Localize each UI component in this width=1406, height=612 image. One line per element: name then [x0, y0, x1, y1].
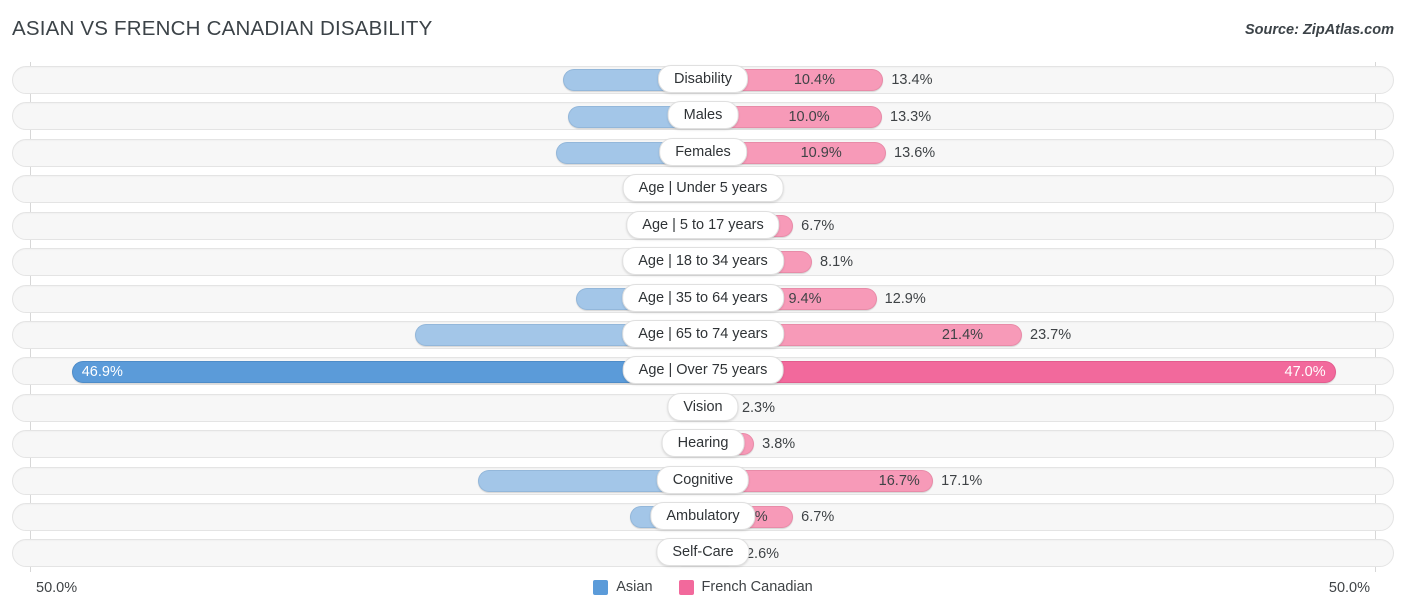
table-row: 1.9%2.3%Vision — [0, 390, 1406, 426]
category-label: Hearing — [661, 429, 745, 458]
category-label: Age | Under 5 years — [622, 174, 784, 203]
category-label: Females — [659, 137, 747, 166]
chart-plot-area: 10.4% 13.4% Disability 10.0% 13.3% Males 10.9%… — [0, 62, 1406, 572]
value-label-asian: 10.0% — [788, 108, 830, 125]
category-label: Vision — [667, 392, 739, 421]
category-label: Ambulatory — [650, 502, 756, 531]
table-row: 46.9% 47.0% Age | Over 75 years — [0, 353, 1406, 389]
table-row: 16.7% 17.1% Cognitive — [0, 463, 1406, 499]
category-label: Self-Care — [656, 538, 750, 567]
table-row: 21.4% 23.7% Age | 65 to 74 years — [0, 317, 1406, 353]
category-label: Age | 18 to 34 years — [622, 247, 784, 276]
table-row: 1.1%1.9%Age | Under 5 years — [0, 171, 1406, 207]
legend-item[interactable]: French Canadian — [678, 579, 813, 595]
value-label-french-canadian: 23.7% — [1030, 327, 1072, 344]
legend-swatch-icon — [593, 579, 609, 595]
legend-label: French Canadian — [701, 579, 813, 595]
value-label-french-canadian: 2.6% — [745, 545, 780, 562]
legend-item[interactable]: Asian — [593, 579, 653, 595]
value-label-french-canadian: 6.7% — [801, 217, 835, 234]
table-row: 5.4%6.7%Ambulatory — [0, 499, 1406, 535]
value-label-french-canadian: 13.3% — [890, 108, 932, 125]
table-row: 10.0% 13.3% Males — [0, 98, 1406, 134]
category-label: Disability — [657, 65, 749, 93]
value-label-french-canadian: 6.7% — [801, 509, 835, 526]
table-row: 2.7%3.8%Hearing — [0, 426, 1406, 462]
chart-header: ASIAN VS FRENCH CANADIAN DISABILITY Sour… — [0, 0, 1406, 62]
bar-rows-container: 10.4% 13.4% Disability 10.0% 13.3% Males 10.9%… — [0, 62, 1406, 572]
value-label-french-canadian: 2.3% — [741, 399, 776, 416]
category-label: Age | 35 to 64 years — [622, 283, 784, 312]
page-title: ASIAN VS FRENCH CANADIAN DISABILITY — [12, 17, 433, 40]
value-label-asian: 10.4% — [793, 72, 835, 89]
legend-label: Asian — [616, 579, 653, 595]
category-label: Males — [667, 101, 739, 130]
value-label-french-canadian: 17.1% — [941, 472, 983, 489]
value-label-asian: 16.7% — [878, 472, 920, 489]
value-label-french-canadian: 12.9% — [884, 290, 926, 307]
table-row: 10.9% 13.6% Females — [0, 135, 1406, 171]
chart-footer: 50.0% 50.0% Asian French Canadian — [0, 572, 1406, 612]
value-label-french-canadian: 8.1% — [820, 254, 854, 271]
value-label-french-canadian: 13.6% — [894, 145, 936, 162]
category-label: Age | 65 to 74 years — [622, 319, 784, 348]
value-label-asian: 21.4% — [941, 327, 984, 344]
table-row: 4.8%6.7%Age | 5 to 17 years — [0, 208, 1406, 244]
value-label-french-canadian: 3.8% — [762, 436, 796, 453]
table-row: 5.8%8.1%Age | 18 to 34 years — [0, 244, 1406, 280]
table-row: 2.3%2.6%Self-Care — [0, 535, 1406, 571]
value-label-french-canadian: 47.0% — [1284, 363, 1326, 380]
category-label: Age | 5 to 17 years — [626, 210, 780, 239]
source-attribution: Source: ZipAtlas.com — [1244, 22, 1394, 38]
table-row: 10.4% 13.4% Disability — [0, 62, 1406, 98]
value-label-french-canadian: 13.4% — [891, 72, 933, 89]
category-label: Age | Over 75 years — [622, 356, 784, 385]
table-row: 9.4% 12.9% Age | 35 to 64 years — [0, 281, 1406, 317]
chart-legend: Asian French Canadian — [0, 579, 1406, 595]
value-label-asian: 10.9% — [800, 145, 842, 162]
value-label-asian: 46.9% — [81, 363, 123, 380]
legend-swatch-icon — [678, 579, 694, 595]
category-label: Cognitive — [656, 465, 750, 494]
